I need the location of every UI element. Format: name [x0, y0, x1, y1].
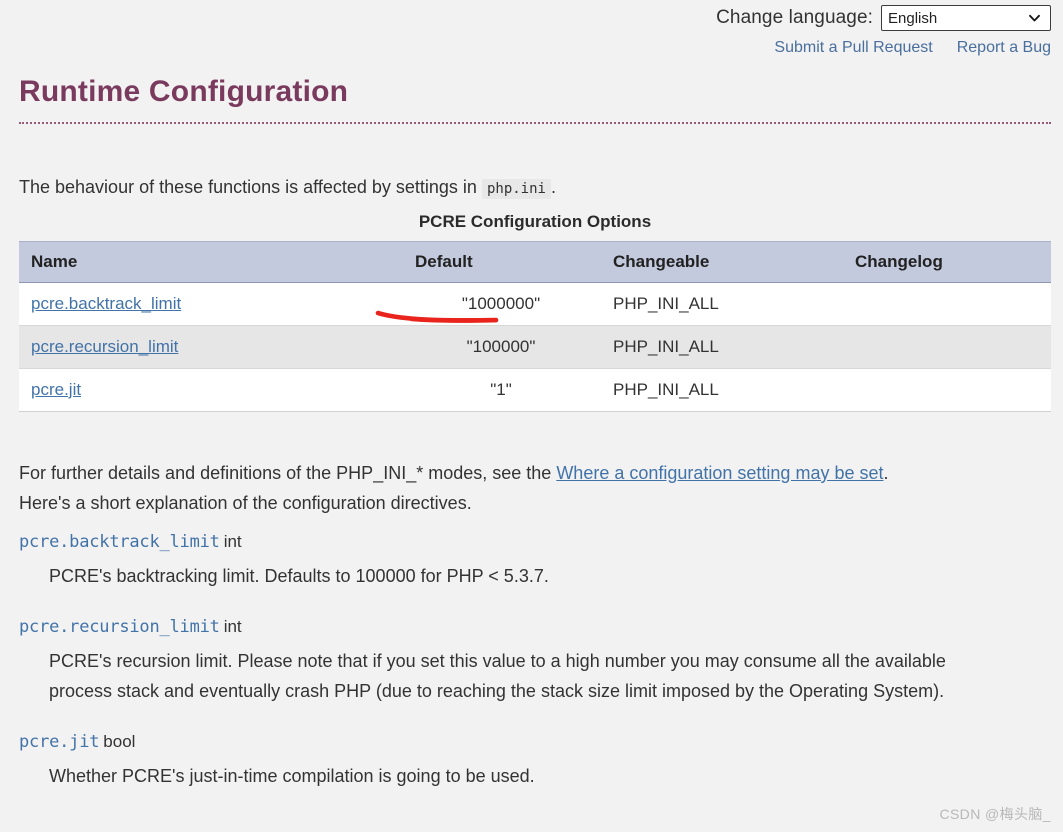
table-body: pcre.backtrack_limit "1000000" PHP_INI_A… [19, 282, 1051, 412]
definition-term: pcre.backtrack_limit int [19, 528, 1039, 557]
report-bug-link[interactable]: Report a Bug [957, 39, 1051, 57]
modes-text-after: . [883, 463, 889, 483]
intro-paragraph: The behaviour of these functions is affe… [19, 174, 556, 202]
definition-recursion-limit: pcre.recursion_limit int PCRE's recursion… [19, 613, 1039, 706]
title-divider [19, 122, 1051, 124]
definition-type: bool [103, 732, 136, 751]
modes-text-before: For further details and definitions of t… [19, 463, 552, 483]
page-header: Runtime Configuration [19, 72, 1051, 124]
language-select-wrapper[interactable]: English [881, 5, 1051, 31]
submit-pull-request-link[interactable]: Submit a Pull Request [774, 39, 932, 57]
csdn-watermark: CSDN @梅头脑_ [939, 806, 1051, 822]
table-row: pcre.jit "1" PHP_INI_ALL [19, 368, 1051, 412]
table-caption: PCRE Configuration Options [418, 212, 652, 231]
cell-default: "1000000" [401, 282, 601, 326]
cell-name: pcre.jit [19, 368, 401, 412]
cell-changelog [843, 282, 1051, 326]
definition-term: pcre.jit bool [19, 728, 1039, 757]
modes-paragraph: For further details and definitions of t… [19, 458, 1039, 518]
top-links-row: Submit a Pull Request Report a Bug [0, 39, 1063, 57]
cell-changeable: PHP_INI_ALL [601, 368, 843, 412]
table-row: pcre.backtrack_limit "1000000" PHP_INI_A… [19, 282, 1051, 326]
table-row: pcre.recursion_limit "100000" PHP_INI_AL… [19, 325, 1051, 369]
definition-name: pcre.jit [19, 732, 100, 752]
link-pcre-recursion-limit[interactable]: pcre.recursion_limit [31, 337, 178, 356]
pcre-configuration-table: Name Default Changeable Changelog pcre.b… [19, 241, 1051, 412]
definition-description: Whether PCRE's just-in-time compilation … [49, 766, 535, 786]
cell-changeable: PHP_INI_ALL [601, 282, 843, 326]
definition-description: PCRE's recursion limit. Please note that… [49, 651, 946, 701]
definition-jit: pcre.jit bool Whether PCRE's just-in-time… [19, 728, 1039, 791]
cell-name: pcre.backtrack_limit [19, 282, 401, 326]
link-pcre-backtrack-limit[interactable]: pcre.backtrack_limit [31, 294, 181, 313]
column-header-default: Default [401, 241, 601, 283]
cell-name: pcre.recursion_limit [19, 325, 401, 369]
table-head: Name Default Changeable Changelog [19, 241, 1051, 283]
intro-text-after: . [550, 177, 556, 197]
table-header-row: Name Default Changeable Changelog [19, 241, 1051, 283]
definition-type: int [223, 532, 242, 551]
definition-description: PCRE's backtracking limit. Defaults to 1… [49, 566, 549, 586]
cell-changeable: PHP_INI_ALL [601, 325, 843, 369]
column-header-changeable: Changeable [601, 241, 843, 283]
top-bar: Change language: English Submit a Pull R… [0, 0, 1063, 57]
cell-changelog [843, 325, 1051, 369]
change-language-label: Change language: [716, 7, 873, 28]
intro-text-before: The behaviour of these functions is affe… [19, 177, 477, 197]
short-explanation-text: Here's a short explanation of the config… [19, 493, 472, 513]
link-pcre-jit[interactable]: pcre.jit [31, 380, 81, 399]
cell-default: "100000" [401, 325, 601, 369]
language-row: Change language: English [0, 5, 1063, 31]
language-select[interactable]: English [881, 5, 1051, 31]
configuration-setting-link[interactable]: Where a configuration setting may be set [556, 463, 883, 483]
php-ini-code: php.ini [481, 179, 551, 199]
directive-definition-list: pcre.backtrack_limit int PCRE's backtrack… [19, 528, 1039, 813]
config-table-container: PCRE Configuration Options Name Default … [19, 212, 1051, 412]
column-header-default-label: Default [415, 252, 473, 271]
column-header-changelog: Changelog [843, 241, 1051, 283]
definition-backtrack-limit: pcre.backtrack_limit int PCRE's backtrack… [19, 528, 1039, 591]
page-title: Runtime Configuration [19, 75, 349, 108]
definition-type: int [223, 617, 242, 636]
column-header-name: Name [19, 241, 401, 283]
cell-changelog [843, 368, 1051, 412]
definition-term: pcre.recursion_limit int [19, 613, 1039, 642]
cell-default: "1" [401, 368, 601, 412]
definition-name: pcre.backtrack_limit [19, 532, 220, 552]
definition-name: pcre.recursion_limit [19, 617, 220, 637]
